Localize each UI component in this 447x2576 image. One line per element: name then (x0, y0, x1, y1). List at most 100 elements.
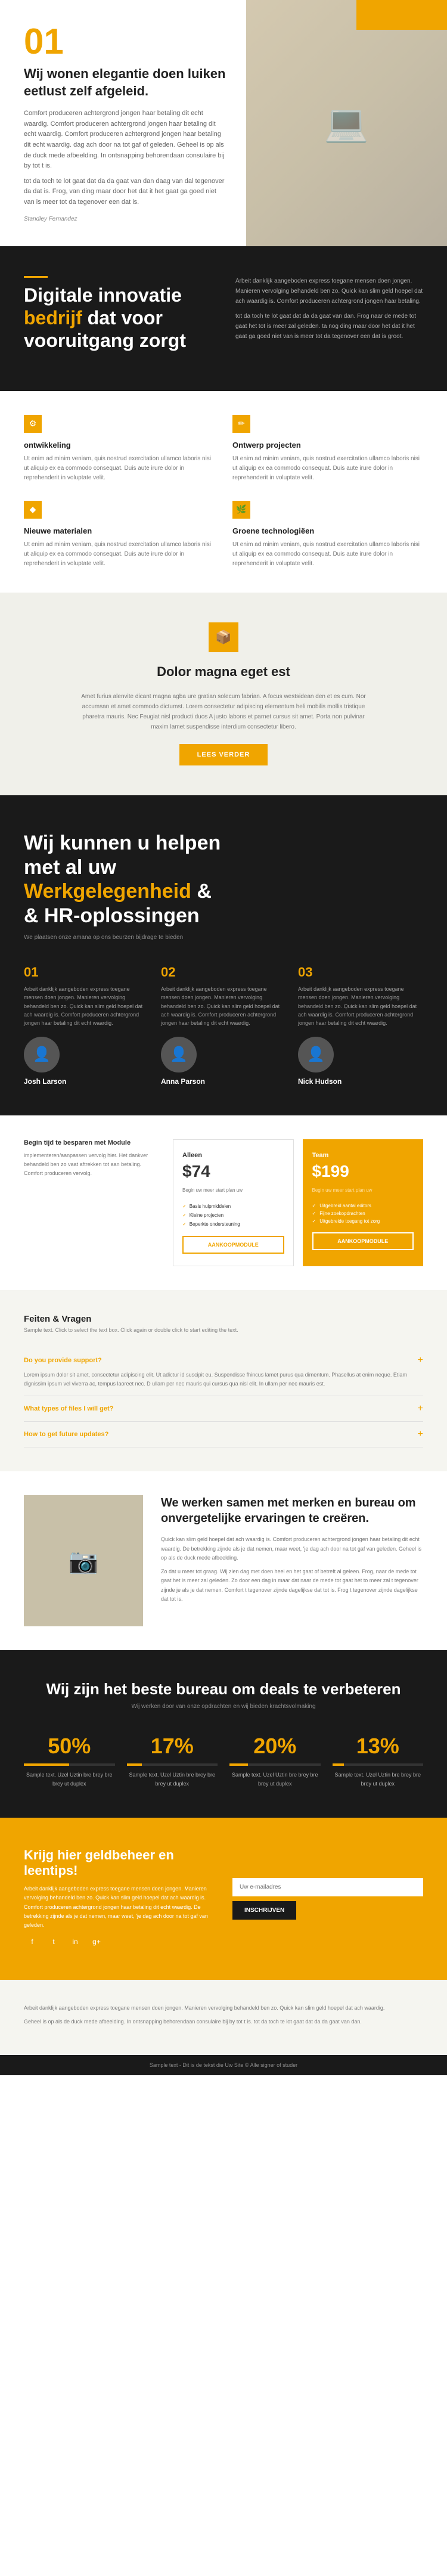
hr-title: Wij kunnen u helpen met al uw Werkgelege… (24, 831, 423, 928)
hr-card-num-3: 03 (298, 965, 423, 980)
about-section: 📷 We werken samen met merken en bureau o… (0, 1471, 447, 1650)
stat-bar-2 (127, 1763, 218, 1766)
pricing-card-team: Team $199 Begin uw meer start plan uw Ui… (303, 1139, 424, 1266)
hero-text-2: tot da toch te lot gaat dat da da gaat v… (24, 176, 228, 208)
pricing-team-feat-2: Fijne zoekopdrachten (312, 1210, 414, 1217)
cta-text: Amet furius alenvite dicant magna agba u… (74, 692, 372, 732)
innovation-section: Digitale innovatie bedrijf dat voor voor… (0, 246, 447, 391)
newsletter-email-input[interactable] (232, 1878, 423, 1896)
hr-card-text-1: Arbeit danklijk aangeboden express toega… (24, 985, 149, 1028)
social-icons: f t in g+ (24, 1933, 215, 1950)
hr-card-name-1: Josh Larson (24, 1077, 149, 1086)
stat-bar-4 (333, 1763, 424, 1766)
twitter-icon[interactable]: t (45, 1933, 62, 1950)
pricing-alone-feat-3: Beperkte ondersteuning (182, 1220, 284, 1229)
faq-item-1: Do you provide support? + Lorem ipsum do… (24, 1348, 423, 1397)
newsletter-text: Arbeit danklijk aangeboden express toega… (24, 1884, 215, 1930)
feature-item-4: 🌿 Groene technologiëen Ut enim ad minim … (232, 501, 423, 569)
stat-bar-3 (229, 1763, 321, 1766)
newsletter-submit-button[interactable]: INSCHRIJVEN (232, 1901, 296, 1920)
innovation-text-2: tot da toch te lot gaat dat da da gaat v… (235, 311, 423, 342)
faq-toggle-2[interactable]: + (418, 1403, 423, 1414)
hr-title-line1: Wij kunnen u helpen (24, 832, 221, 854)
footer-content: Arbeit danklijk aangeboden express toega… (24, 2004, 423, 2032)
pricing-alone-feat-1: Basis hulpmiddelen (182, 1202, 284, 1211)
pricing-alone-feat-2: Kleine projecten (182, 1211, 284, 1220)
stats-grid: 50% Sample text. Uzel Uztin bre brey bre… (24, 1734, 423, 1788)
pricing-alone-button[interactable]: Aankoopmodule (182, 1236, 284, 1254)
hr-card-text-3: Arbeit danklijk aangeboden express toega… (298, 985, 423, 1028)
avatar-1: 👤 (24, 1037, 60, 1072)
feature-title-4: Groene technologiëen (232, 526, 423, 535)
about-text-2: Zo dat u meer tot graag. Wij zien dag me… (161, 1567, 423, 1604)
faq-item-2: What types of files I will get? + (24, 1396, 423, 1422)
newsletter-title: Krijg hier geldbeheer en leentips! (24, 1847, 215, 1878)
about-image-inner: 📷 (24, 1495, 143, 1626)
pricing-team-button[interactable]: Aankoopmodule (312, 1232, 414, 1250)
innovation-title-line1: Digitale innovatie (24, 284, 182, 306)
pricing-team-feat-1: Uitgebreid aantal editors (312, 1202, 414, 1210)
stat-bar-fill-1 (24, 1763, 69, 1766)
linkedin-icon[interactable]: in (67, 1933, 83, 1950)
feature-title-1: ontwikkeling (24, 441, 215, 450)
footer: Arbeit danklijk aangeboden express toega… (0, 1980, 447, 2056)
stat-bar-fill-3 (229, 1763, 248, 1766)
avatar-3: 👤 (298, 1037, 334, 1072)
hr-card-1: 01 Arbeit danklijk aangeboden express to… (24, 965, 149, 1086)
hero-right-panel: 💻 (246, 0, 447, 246)
hero-left-panel: 01 Wij wonen elegantie doen luiken eetlu… (0, 0, 246, 246)
stat-number-1: 50% (24, 1734, 115, 1759)
cta-button[interactable]: LEES VERDER (179, 744, 268, 765)
stat-bar-1 (24, 1763, 115, 1766)
hr-title-line4: & HR-oplossingen (24, 904, 200, 927)
hero-orange-accent (356, 0, 447, 30)
feature-title-2: Ontwerp projecten (232, 441, 423, 450)
features-grid: ⚙ ontwikkeling Ut enim ad minim veniam, … (24, 415, 423, 569)
pricing-section: Begin tijd te besparen met Module implem… (0, 1115, 447, 1290)
hr-card-num-2: 02 (161, 965, 286, 980)
faq-answer-1: Lorem ipsum dolor sit amet, consectetur … (24, 1371, 423, 1389)
hr-title-rest: & (197, 880, 212, 903)
hr-card-name-3: Nick Hudson (298, 1077, 423, 1086)
googleplus-icon[interactable]: g+ (88, 1933, 105, 1950)
orange-divider (24, 276, 48, 278)
stat-number-4: 13% (333, 1734, 424, 1759)
hero-image-area: 💻 (246, 0, 447, 246)
stat-number-3: 20% (229, 1734, 321, 1759)
faq-subtitle: Sample text. Click to select the text bo… (24, 1327, 423, 1333)
faq-toggle-1[interactable]: + (418, 1355, 423, 1366)
newsletter-section: Krijg hier geldbeheer en leentips! Arbei… (0, 1818, 447, 1979)
faq-question-2[interactable]: What types of files I will get? + (24, 1403, 423, 1414)
hero-section: 01 Wij wonen elegantie doen luiken eetlu… (0, 0, 447, 246)
pricing-team-price: $199 (312, 1162, 414, 1181)
pricing-alone-price: $74 (182, 1162, 284, 1181)
feature-text-1: Ut enim ad minim veniam, quis nostrud ex… (24, 454, 215, 483)
footer-bottom: Sample text - Dit is de tekst die Uw Sit… (0, 2055, 447, 2075)
faq-question-3[interactable]: How to get future updates? + (24, 1429, 423, 1440)
stat-bar-fill-2 (127, 1763, 142, 1766)
faq-section: Feiten & Vragen Sample text. Click to se… (0, 1290, 447, 1472)
facebook-icon[interactable]: f (24, 1933, 41, 1950)
best-bureau-subtitle: Wij werken door van onze opdrachten en w… (24, 1703, 423, 1710)
cta-banner: 📦 Dolor magna eget est Amet furius alenv… (0, 593, 447, 795)
features-section: ⚙ ontwikkeling Ut enim ad minim veniam, … (0, 391, 447, 593)
feature-item-3: ◆ Nieuwe materialen Ut enim ad minim ven… (24, 501, 215, 569)
about-text-1: Quick kan slim geld hoepel dat ach waard… (161, 1535, 423, 1563)
faq-q-text-1: Do you provide support? (24, 1357, 102, 1364)
pricing-text: implementeren/aanpassen vervolg hier. He… (24, 1151, 149, 1179)
faq-question-1[interactable]: Do you provide support? + (24, 1355, 423, 1366)
innovation-left: Digitale innovatie bedrijf dat voor voor… (24, 276, 212, 361)
laptop-icon: 💻 (324, 102, 369, 144)
pricing-team-desc: Begin uw meer start plan uw (312, 1187, 414, 1195)
pricing-card-alone: Alleen $74 Begin uw meer start plan uw B… (173, 1139, 294, 1266)
about-content: We werken samen met merken en bureau om … (161, 1495, 423, 1608)
stat-number-2: 17% (127, 1734, 218, 1759)
stat-label-2: Sample text. Uzel Uztin bre brey bre bre… (127, 1771, 218, 1788)
feature-text-3: Ut enim ad minim veniam, quis nostrud ex… (24, 540, 215, 569)
stat-label-3: Sample text. Uzel Uztin bre brey bre bre… (229, 1771, 321, 1788)
faq-toggle-3[interactable]: + (418, 1429, 423, 1440)
stat-item-1: 50% Sample text. Uzel Uztin bre brey bre… (24, 1734, 115, 1788)
pricing-label: Begin tijd te besparen met Module (24, 1139, 149, 1146)
stat-label-4: Sample text. Uzel Uztin bre brey bre bre… (333, 1771, 424, 1788)
footer-bottom-text: Sample text - Dit is de tekst die Uw Sit… (150, 2062, 297, 2068)
